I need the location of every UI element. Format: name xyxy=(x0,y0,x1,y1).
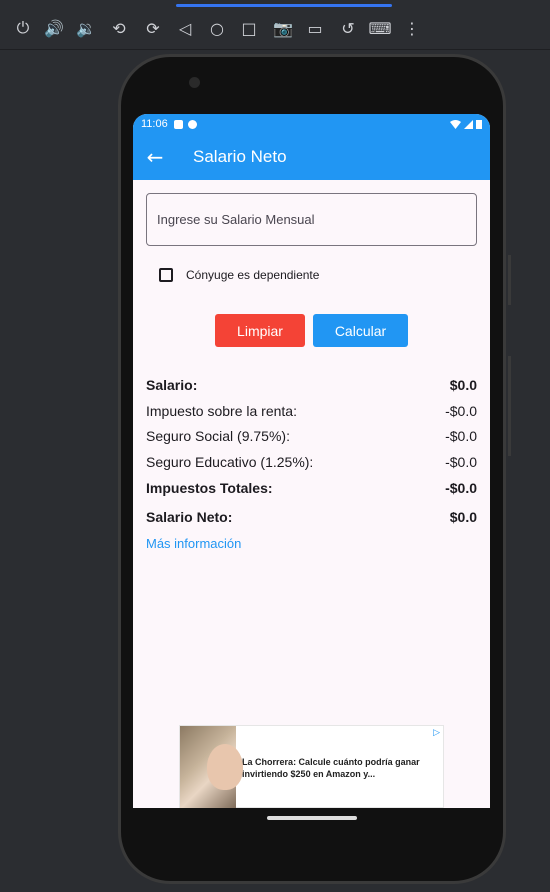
clear-button[interactable]: Limpiar xyxy=(215,314,305,347)
result-value: -$0.0 xyxy=(445,428,477,445)
home-icon[interactable]: ○ xyxy=(206,17,228,39)
volume-down-icon[interactable]: 🔉 xyxy=(75,17,97,39)
status-time: 11:06 xyxy=(141,118,168,130)
spouse-dependent-row: Cónyuge es dependiente xyxy=(159,264,477,286)
spouse-dependent-checkbox[interactable] xyxy=(159,268,173,282)
app-bar: ← Salario Neto xyxy=(133,134,490,180)
volume-up-icon[interactable]: 🔊 xyxy=(43,17,65,39)
ad-choices-icon[interactable]: ▷ xyxy=(433,728,440,738)
result-label: Impuesto sobre la renta: xyxy=(146,402,297,419)
main-content: Ingrese su Salario Mensual Cónyuge es de… xyxy=(133,180,490,551)
signal-icon xyxy=(464,119,473,129)
home-indicator[interactable] xyxy=(267,816,357,820)
phone-side-button xyxy=(508,255,511,305)
battery-icon xyxy=(476,120,482,129)
results-list: Salario: $0.0 Impuesto sobre la renta: -… xyxy=(146,372,477,530)
result-label: Seguro Social (9.75%): xyxy=(146,428,290,445)
spouse-dependent-label: Cónyuge es dependiente xyxy=(186,268,320,282)
salary-input[interactable]: Ingrese su Salario Mensual xyxy=(146,193,477,246)
ad-banner[interactable]: La Chorrera: Calcule cuánto podría ganar… xyxy=(179,725,444,808)
app-screen: 11:06 ← Salario Neto Ingrese su Salario … xyxy=(133,114,490,808)
back-icon[interactable]: ◁ xyxy=(174,17,196,39)
sd-card-icon xyxy=(173,119,183,129)
ad-image[interactable] xyxy=(180,726,243,808)
page-title: Salario Neto xyxy=(193,147,287,166)
result-row: Impuestos Totales: -$0.0 xyxy=(146,475,477,501)
result-value: $0.0 xyxy=(449,376,477,393)
wifi-icon xyxy=(450,119,461,129)
result-value: -$0.0 xyxy=(445,402,477,419)
phone-side-button xyxy=(508,356,511,456)
power-icon[interactable]: ⏻ xyxy=(12,17,34,39)
undo-icon[interactable]: ↺ xyxy=(337,17,359,39)
ad-text[interactable]: La Chorrera: Calcule cuánto podría ganar… xyxy=(236,726,443,807)
result-label: Salario: xyxy=(146,376,198,393)
screenshot-icon[interactable]: 📷 xyxy=(272,17,294,39)
calculate-button[interactable]: Calcular xyxy=(313,314,408,347)
more-icon[interactable]: ⋮ xyxy=(401,17,423,39)
result-value: -$0.0 xyxy=(445,453,477,470)
camera-icon xyxy=(189,77,200,88)
toolbar-accent xyxy=(176,4,392,7)
result-label: Impuestos Totales: xyxy=(146,479,273,496)
salary-input-placeholder: Ingrese su Salario Mensual xyxy=(157,212,315,227)
overview-icon[interactable]: □ xyxy=(238,17,260,39)
rotate-right-icon[interactable]: ⟳ xyxy=(142,17,164,39)
ad-face xyxy=(207,744,243,790)
rotate-left-icon[interactable]: ⟲ xyxy=(108,17,130,39)
result-row: Seguro Educativo (1.25%): -$0.0 xyxy=(146,449,477,475)
keyboard-icon[interactable]: ⌨ xyxy=(368,17,391,39)
notification-icon xyxy=(187,119,197,129)
more-info-link[interactable]: Más información xyxy=(146,536,477,551)
result-value: -$0.0 xyxy=(445,479,477,496)
emulator-toolbar: ⏻ 🔊 🔉 ⟲ ⟳ ◁ ○ □ 📷 ▭ ↺ ⌨ ⋮ xyxy=(0,0,550,50)
back-arrow-icon[interactable]: ← xyxy=(133,145,177,169)
status-bar: 11:06 xyxy=(133,114,490,134)
action-buttons: Limpiar Calcular xyxy=(146,314,477,347)
result-row: Seguro Social (9.75%): -$0.0 xyxy=(146,423,477,449)
net-salary-row: Salario Neto: $0.0 xyxy=(146,504,477,530)
net-salary-label: Salario Neto: xyxy=(146,509,233,526)
result-row: Salario: $0.0 xyxy=(146,372,477,398)
net-salary-value: $0.0 xyxy=(449,509,477,526)
result-label: Seguro Educativo (1.25%): xyxy=(146,453,314,470)
result-row: Impuesto sobre la renta: -$0.0 xyxy=(146,398,477,424)
record-icon[interactable]: ▭ xyxy=(304,17,326,39)
